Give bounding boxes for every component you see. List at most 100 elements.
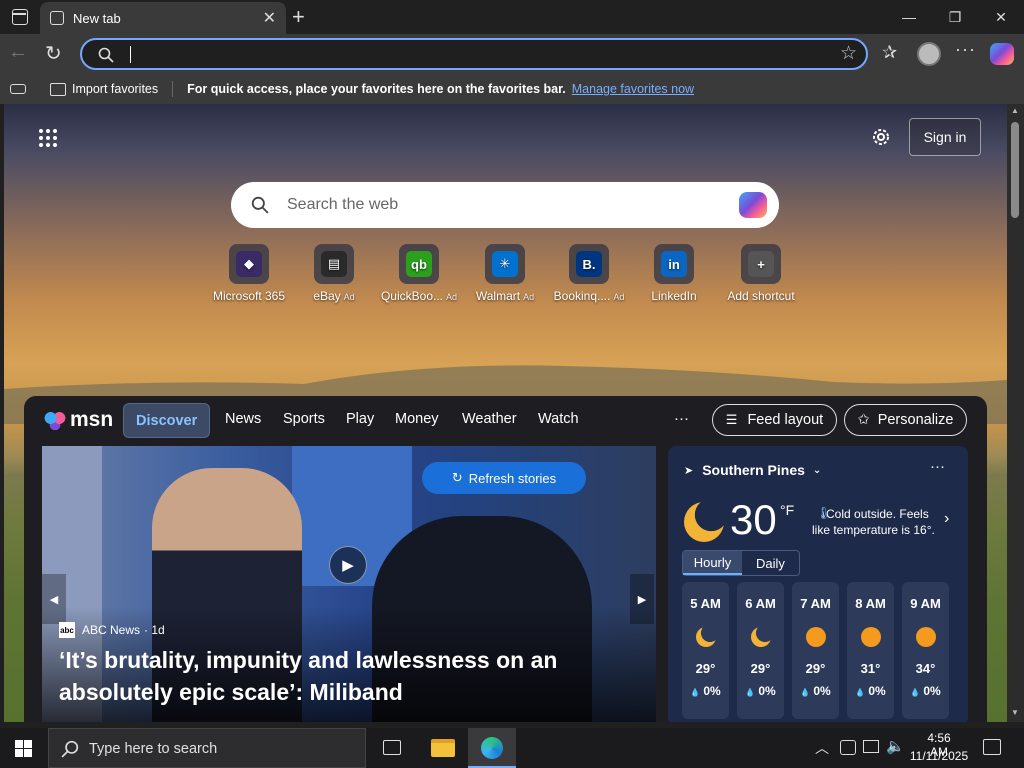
play-button[interactable]: ▶ (329, 546, 367, 584)
shortcut-label: Bookinq.... (553, 289, 611, 303)
msn-nav-sports[interactable]: Sports (283, 411, 325, 427)
walmart-icon: ✳ (485, 244, 525, 284)
minimize-button[interactable]: — (886, 0, 932, 34)
back-button[interactable]: ← (8, 41, 28, 64)
moon-icon (684, 502, 724, 542)
edge-taskbar-button[interactable] (468, 728, 516, 768)
manage-favorites-link[interactable]: Manage favorites now (572, 82, 694, 96)
personalize-button[interactable]: ✩ Personalize (844, 404, 967, 436)
abc-news-logo: abc (59, 622, 75, 638)
msn-brand: msn (70, 408, 114, 431)
scroll-down-icon[interactable]: ▼ (1011, 708, 1019, 717)
msn-more-button[interactable]: ··· (674, 410, 689, 427)
new-tab-button[interactable]: + (292, 4, 305, 30)
quickbooks-icon: qb (399, 244, 439, 284)
copilot-icon[interactable] (990, 43, 1014, 65)
msn-logo[interactable]: msn (44, 408, 113, 432)
weather-more-icon[interactable]: ··· (930, 458, 945, 475)
web-search-box[interactable]: Search the web (231, 182, 779, 228)
profile-avatar[interactable] (917, 42, 941, 66)
msn-nav-watch[interactable]: Watch (538, 411, 579, 427)
hour-precip: 0% (813, 684, 831, 698)
network-icon[interactable] (863, 740, 879, 753)
droplet-icon: 💧 (745, 688, 756, 697)
restore-button[interactable]: ❐ (932, 0, 978, 34)
hour-forecast[interactable]: 8 AM 31° 💧 0% (847, 582, 894, 719)
scroll-up-icon[interactable]: ▲ (1011, 106, 1019, 115)
weather-card[interactable]: ➤ Southern Pines ⌄ ··· 30 °F 🌡 Cold outs… (668, 446, 968, 722)
clock-date[interactable]: 11/11/2025 (905, 749, 973, 763)
search-placeholder: Search the web (287, 196, 399, 213)
hour-forecast[interactable]: 6 AM 29° 💧 0% (737, 582, 784, 719)
app-launcher-icon[interactable] (38, 128, 58, 148)
feed-layout-button[interactable]: ☰ Feed layout (712, 404, 837, 436)
shortcut-2[interactable]: qb QuickBoo... Ad (374, 244, 464, 303)
favorites-bar: Import favorites For quick access, place… (0, 74, 1024, 104)
notifications-icon[interactable] (983, 739, 1001, 755)
tab-new-tab[interactable]: New tab ✕ (40, 2, 286, 34)
scroll-thumb[interactable] (1011, 122, 1019, 218)
plus-icon: + (741, 244, 781, 284)
close-window-button[interactable]: ✕ (978, 0, 1024, 34)
shortcut-6[interactable]: + Add shortcut (716, 244, 806, 303)
task-view-icon[interactable] (383, 740, 401, 755)
favorite-star-icon[interactable]: ☆ (840, 42, 857, 65)
settings-gear-icon[interactable] (870, 126, 892, 148)
import-favorites-link[interactable]: Import favorites (72, 82, 158, 96)
personalize-star-icon: ✩ (857, 412, 870, 428)
tray-chevron-icon[interactable]: ︿ (815, 738, 829, 758)
precip-row: 💧 0% (737, 684, 784, 698)
story-headline[interactable]: ‘It’s brutality, impunity and lawlessnes… (59, 644, 619, 708)
droplet-icon: 💧 (800, 688, 811, 697)
copilot-icon[interactable] (739, 192, 767, 218)
reading-icon[interactable] (10, 84, 26, 94)
microsoft365-icon: ◆ (229, 244, 269, 284)
chevron-down-icon: ⌄ (812, 464, 822, 476)
tab-actions-icon[interactable] (12, 9, 28, 25)
shortcut-1[interactable]: ▤ eBay Ad (289, 244, 379, 303)
shortcut-5[interactable]: in LinkedIn (629, 244, 719, 303)
close-tab-icon[interactable]: ✕ (263, 8, 276, 28)
hour-forecast[interactable]: 5 AM 29° 💧 0% (682, 582, 729, 719)
address-bar[interactable]: ☆ (80, 38, 868, 70)
msn-nav-play[interactable]: Play (346, 411, 374, 427)
volume-muted-icon[interactable]: 🔈 (886, 737, 905, 755)
shortcut-0[interactable]: ◆ Microsoft 365 (204, 244, 294, 303)
hour-forecast[interactable]: 9 AM 34° 💧 0% (902, 582, 949, 719)
file-explorer-icon[interactable] (431, 739, 455, 757)
msn-nav-money[interactable]: Money (395, 411, 439, 427)
hour-precip: 0% (703, 684, 721, 698)
hour-temp: 29° (805, 661, 826, 676)
msn-nav-news[interactable]: News (225, 411, 261, 427)
windows-start-icon[interactable] (15, 740, 32, 757)
weather-next-icon[interactable]: › (944, 510, 949, 528)
msn-nav-weather[interactable]: Weather (462, 411, 517, 427)
shortcut-3[interactable]: ✳ Walmart Ad (460, 244, 550, 303)
tab-hourly[interactable]: Hourly (683, 551, 742, 575)
hour-temp: 29° (750, 661, 771, 676)
vertical-scrollbar[interactable]: ▲ ▼ (1007, 104, 1024, 722)
taskbar-search-box[interactable]: Type here to search (48, 728, 366, 768)
security-icon[interactable] (840, 740, 856, 755)
weather-location[interactable]: ➤ Southern Pines ⌄ (684, 462, 821, 478)
tab-daily[interactable]: Daily (742, 551, 799, 575)
refresh-label: Refresh stories (468, 470, 557, 486)
moon-icon (750, 627, 771, 647)
hour-temp: 29° (695, 661, 716, 676)
hour-forecast[interactable]: 7 AM 29° 💧 0% (792, 582, 839, 719)
shortcut-label: Add shortcut (727, 289, 795, 303)
refresh-button[interactable]: ↻ (45, 41, 62, 66)
shortcut-label: Walmart (475, 289, 521, 303)
msn-nav-discover[interactable]: Discover (123, 403, 211, 438)
linkedin-icon-glyph: in (661, 251, 687, 277)
sign-in-button[interactable]: Sign in (909, 118, 981, 156)
favbar-message: For quick access, place your favorites h… (187, 82, 566, 96)
shortcut-4[interactable]: B. Bookinq.... Ad (544, 244, 634, 303)
favorites-icon[interactable]: ✰ (882, 42, 897, 63)
droplet-icon: 💧 (910, 688, 921, 697)
top-story-card[interactable]: ↻ Refresh stories ▶ ◀ ▶ abc ABC News · 1… (42, 446, 656, 722)
more-options-icon[interactable]: ··· (955, 39, 976, 60)
story-age: · 1d (144, 623, 165, 637)
refresh-stories-button[interactable]: ↻ Refresh stories (422, 462, 586, 494)
hour-precip: 0% (758, 684, 776, 698)
